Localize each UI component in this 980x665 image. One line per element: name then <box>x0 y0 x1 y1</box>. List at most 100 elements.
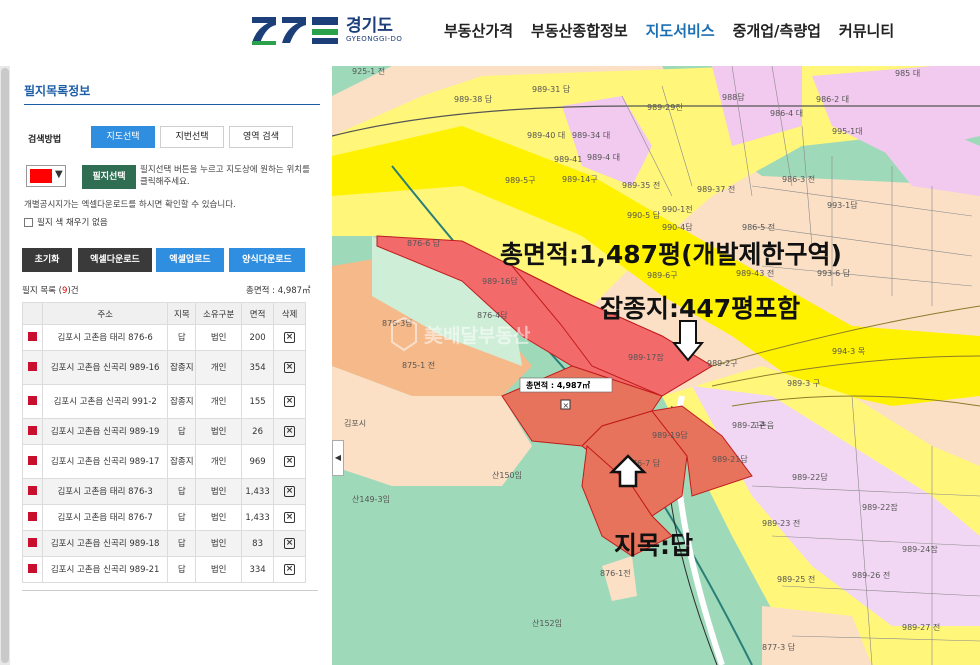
delete-cell[interactable]: × <box>273 384 306 419</box>
parcel-label: 990-4답 <box>662 222 693 232</box>
no-fill-label: 필지 색 채우기 없음 <box>37 218 108 228</box>
color-select[interactable]: ▼ <box>26 165 66 187</box>
parcel-label: 989-41 <box>554 155 582 164</box>
parcel-label: 925-1 전 <box>352 66 385 76</box>
delete-cell[interactable]: × <box>273 418 306 445</box>
excel-download-button[interactable]: 엑셀다운로드 <box>78 248 152 272</box>
scrollbar-thumb[interactable] <box>1 68 9 663</box>
reset-button[interactable]: 초기화 <box>22 248 72 272</box>
map-view[interactable]: 925-1 전 989-38 답 989-31 답 989-29전 988답 9… <box>332 66 980 665</box>
jimok-cell: 잡종지 <box>167 384 197 419</box>
address-cell: 김포시 고촌읍 태리 876-6 <box>41 324 169 351</box>
col-color <box>22 302 43 325</box>
address-cell: 김포시 고촌읍 태리 876-3 <box>41 478 169 505</box>
delete-row-icon[interactable]: × <box>284 456 296 467</box>
delete-row-icon[interactable]: × <box>284 426 296 437</box>
excel-upload-button[interactable]: 엑셀업로드 <box>156 248 224 272</box>
delete-cell[interactable]: × <box>273 530 306 557</box>
parcel-label: 산150임 <box>492 470 522 480</box>
tab-lot-select[interactable]: 지번선택 <box>160 126 224 148</box>
address-cell: 김포시 고촌읍 신곡리 989-17 <box>41 444 169 479</box>
search-method-label: 검색방법 <box>28 135 62 145</box>
parcel-label: 990-1전 <box>662 204 693 214</box>
row-color-swatch <box>27 537 37 547</box>
col-jimok: 지목 <box>167 302 197 325</box>
nav-community[interactable]: 커뮤니티 <box>839 20 894 41</box>
table-row[interactable]: 김포시 고촌읍 신곡리 989-21 답 법인 334 × <box>22 556 306 583</box>
annotation-mixed-land: 잡종지:447평포함 <box>600 294 800 323</box>
delete-row-icon[interactable]: × <box>284 396 296 407</box>
address-cell: 김포시 고촌읍 신곡리 991-2 <box>41 384 169 419</box>
owner-cell: 법인 <box>195 504 243 531</box>
owner-cell: 개인 <box>195 384 243 419</box>
no-fill-checkbox-row[interactable]: 필지 색 채우기 없음 <box>24 216 108 228</box>
jimok-cell: 답 <box>167 478 197 505</box>
delete-row-icon[interactable]: × <box>284 486 296 497</box>
annotation-jimok: 지목:답 <box>614 531 693 560</box>
col-owner: 소유구분 <box>195 302 243 325</box>
no-fill-checkbox[interactable] <box>24 217 33 227</box>
parcel-label: 995-1대 <box>832 127 863 136</box>
parcel-label: 876-1전 <box>600 568 631 578</box>
nav-map-service[interactable]: 지도서비스 <box>646 20 715 41</box>
jimok-cell: 답 <box>167 324 197 351</box>
delete-row-icon[interactable]: × <box>284 564 296 575</box>
table-row[interactable]: 김포시 고촌읍 신곡리 989-16 잡종지 개인 354 × <box>22 350 306 385</box>
table-row[interactable]: 김포시 고촌읍 신곡리 991-2 잡종지 개인 155 × <box>22 384 306 419</box>
table-row[interactable]: 김포시 고촌읍 신곡리 989-18 답 법인 83 × <box>22 530 306 557</box>
delete-cell[interactable]: × <box>273 444 306 479</box>
color-cell <box>22 418 43 445</box>
delete-row-icon[interactable]: × <box>284 362 296 373</box>
panel-collapse-toggle[interactable]: ◀ <box>332 440 344 476</box>
row-color-swatch <box>27 361 37 371</box>
table-row[interactable]: 김포시 고촌읍 태리 876-6 답 법인 200 × <box>22 324 306 351</box>
logo-korean-text: 경기도 <box>346 16 393 36</box>
color-cell <box>22 530 43 557</box>
parcel-label: 989-35 전 <box>622 180 660 190</box>
parcel-label: 989-29전 <box>647 102 683 112</box>
parcel-count: 필지 목록 (9)건 <box>22 284 79 296</box>
delete-cell[interactable]: × <box>273 324 306 351</box>
table-row[interactable]: 김포시 고촌읍 신곡리 989-17 잡종지 개인 969 × <box>22 444 306 479</box>
address-cell: 김포시 고촌읍 태리 876-7 <box>41 504 169 531</box>
col-address: 주소 <box>41 302 169 325</box>
delete-cell[interactable]: × <box>273 504 306 531</box>
parcel-label: 989-14구 <box>562 175 598 184</box>
area-cell: 1,433 <box>241 478 275 505</box>
nav-real-estate-info[interactable]: 부동산종합정보 <box>531 20 628 41</box>
parcel-label: 994-3 목 <box>832 347 865 356</box>
area-cell: 83 <box>241 530 275 557</box>
cadastral-map[interactable]: 925-1 전 989-38 답 989-31 답 989-29전 988답 9… <box>332 66 980 665</box>
delete-row-icon[interactable]: × <box>284 538 296 549</box>
delete-row-icon[interactable]: × <box>284 332 296 343</box>
pick-parcel-button[interactable]: 필지선택 <box>82 165 136 189</box>
tab-map-select[interactable]: 지도선택 <box>91 126 155 148</box>
nav-brokerage-survey[interactable]: 중개업/측량업 <box>733 20 821 41</box>
delete-cell[interactable]: × <box>273 556 306 583</box>
parcel-label: 877-3 답 <box>762 642 796 652</box>
delete-cell[interactable]: × <box>273 478 306 505</box>
parcel-label: 993-6 답 <box>817 268 851 278</box>
owner-cell: 법인 <box>195 324 243 351</box>
color-cell <box>22 504 43 531</box>
tab-area-search[interactable]: 영역 검색 <box>229 126 293 148</box>
table-row[interactable]: 김포시 고촌읍 신곡리 989-19 답 법인 26 × <box>22 418 306 445</box>
gyeonggi-logo[interactable]: 경기도 GYEONGGI-DO <box>250 12 402 48</box>
delete-row-icon[interactable]: × <box>284 512 296 523</box>
col-area: 면적 <box>241 302 275 325</box>
row-color-swatch <box>27 395 37 405</box>
row-color-swatch <box>27 511 37 521</box>
table-row[interactable]: 김포시 고촌읍 태리 876-3 답 법인 1,433 × <box>22 478 306 505</box>
gyeonggi-logo-mark-icon <box>252 17 338 45</box>
parcel-label: 986-4 대 <box>770 109 803 118</box>
nav-real-estate-price[interactable]: 부동산가격 <box>444 20 513 41</box>
parcel-label: 989-16답 <box>482 276 518 286</box>
panel-scrollbar[interactable] <box>0 66 10 665</box>
logo-english-text: GYEONGGI-DO <box>346 35 403 43</box>
parcel-label: 989-3 구 <box>787 379 820 388</box>
form-download-button[interactable]: 양식다운로드 <box>229 248 305 272</box>
delete-cell[interactable]: × <box>273 350 306 385</box>
parcel-label: 989-24잡 <box>902 544 938 554</box>
table-row[interactable]: 김포시 고촌읍 태리 876-7 답 법인 1,433 × <box>22 504 306 531</box>
title-divider <box>24 104 320 105</box>
